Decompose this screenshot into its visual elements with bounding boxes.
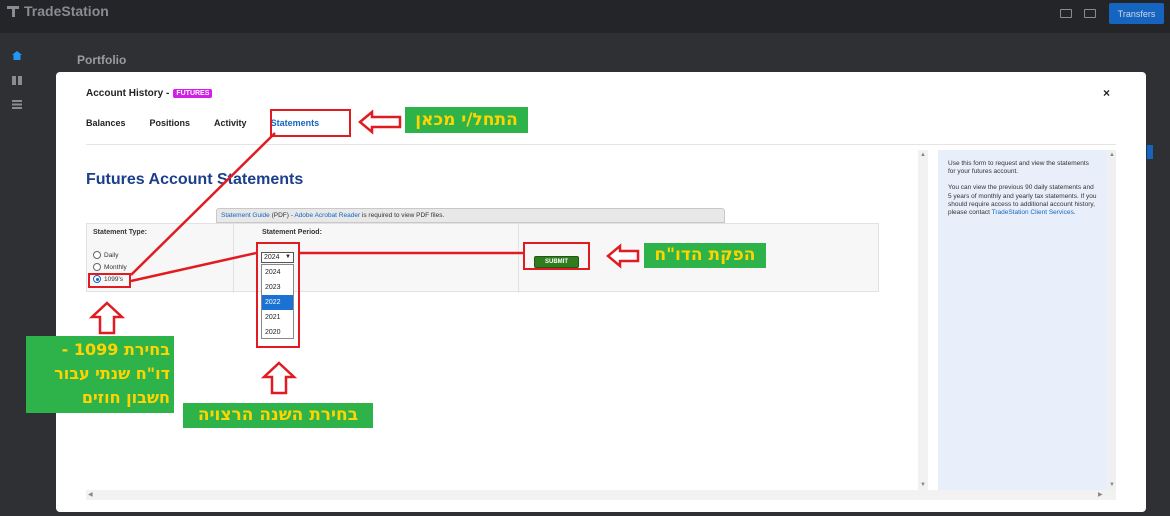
annotation-start-here: התחל/י מכאן bbox=[405, 107, 528, 133]
annotation-arrows bbox=[88, 109, 640, 395]
annotation-line: דו"ח שנתי עבור bbox=[54, 364, 170, 383]
arrow-left-icon bbox=[606, 243, 640, 269]
annotation-choose-year: בחירת השנה הרצויה bbox=[183, 403, 373, 428]
annotation-produce-report: הפקת הדו"ח bbox=[644, 243, 766, 268]
arrow-left-icon bbox=[358, 109, 402, 135]
annotation-line: בחירת 1099 - bbox=[61, 340, 170, 359]
arrow-up-icon bbox=[88, 301, 126, 335]
annotation-choose-1099: בחירת 1099 - דו"ח שנתי עבור חשבון חוזים bbox=[26, 336, 174, 413]
arrow-up-icon bbox=[260, 361, 298, 395]
annotation-line: חשבון חוזים bbox=[81, 388, 170, 407]
